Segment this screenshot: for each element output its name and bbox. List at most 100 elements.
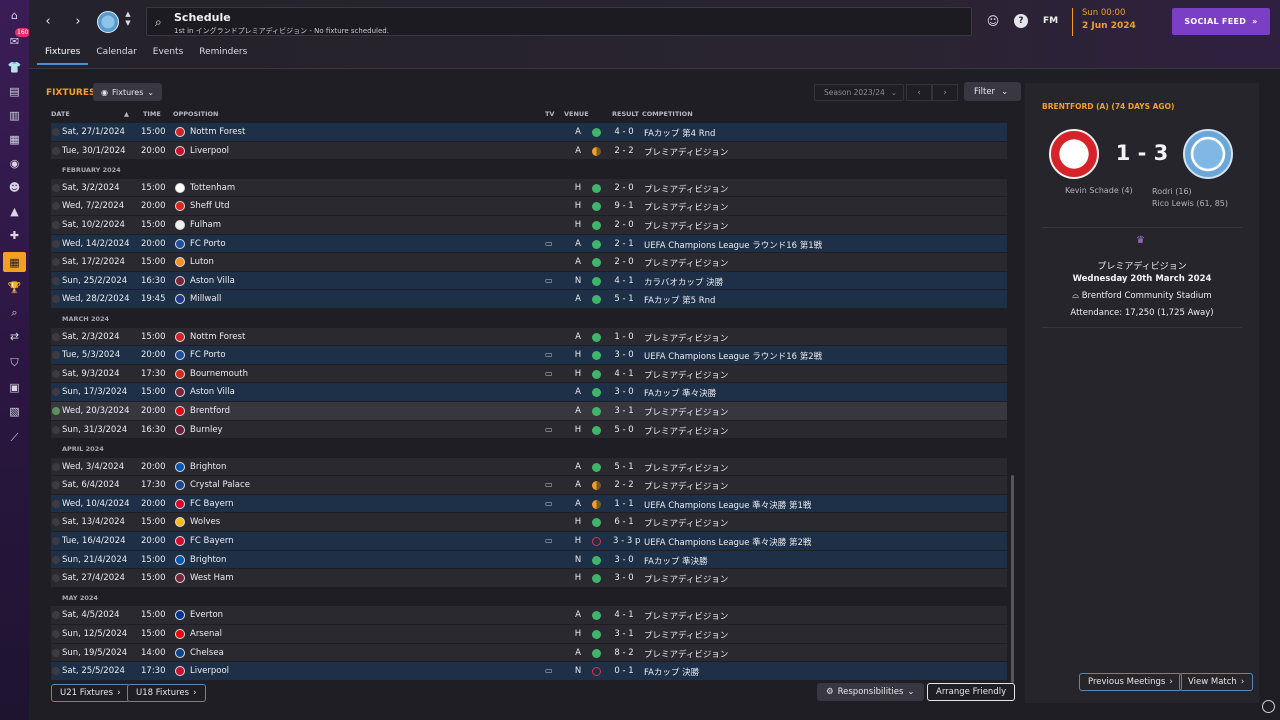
row-marker-icon[interactable]: [52, 425, 60, 434]
row-marker-icon[interactable]: [52, 611, 60, 620]
fixture-result[interactable]: 3 - 0: [613, 573, 635, 583]
fixture-row[interactable]: Tue, 5/3/2024 20:00 FC Porto ▭ H 3 - 0 U…: [51, 346, 1007, 365]
fixture-result[interactable]: 2 - 0: [613, 220, 635, 230]
help-question-icon[interactable]: ?: [1014, 14, 1028, 28]
fixture-result[interactable]: 1 - 0: [613, 332, 635, 342]
season-dropdown[interactable]: Season 2023/24 ⌄: [814, 84, 904, 101]
fixture-opponent[interactable]: FC Porto: [190, 239, 226, 249]
fixture-opponent[interactable]: FC Porto: [190, 350, 226, 360]
col-competition[interactable]: COMPETITION: [642, 110, 693, 118]
filter-button[interactable]: Filter ⌄: [964, 82, 1021, 101]
fixture-opponent[interactable]: Bournemouth: [190, 369, 248, 379]
row-marker-icon[interactable]: [52, 258, 60, 267]
row-marker-icon[interactable]: [52, 220, 60, 229]
fixture-row[interactable]: Tue, 30/1/2024 20:00 Liverpool A 2 - 2 プ…: [51, 141, 1007, 161]
row-marker-icon[interactable]: [52, 667, 60, 676]
fixture-row[interactable]: Sat, 27/4/2024 15:00 West Ham H 3 - 0 プレ…: [51, 569, 1007, 588]
fixture-competition[interactable]: UEFA Champions League ラウンド16 第2戦: [644, 350, 822, 362]
trends-icon[interactable]: ⟋: [7, 430, 22, 445]
staff-icon[interactable]: ☻: [7, 180, 22, 195]
view-match-button[interactable]: View Match ›: [1179, 673, 1254, 691]
row-marker-icon[interactable]: [52, 128, 60, 136]
fixture-opponent[interactable]: Liverpool: [190, 666, 229, 676]
fixture-result[interactable]: 2 - 0: [613, 257, 635, 267]
row-marker-icon[interactable]: [52, 369, 60, 378]
fixture-opponent[interactable]: Brighton: [190, 462, 226, 472]
forward-arrow-icon[interactable]: ›: [69, 12, 87, 30]
fixtures-view-dropdown[interactable]: ◉ Fixtures ⌄: [93, 83, 163, 101]
fixture-row[interactable]: Sat, 6/4/2024 17:30 Crystal Palace ▭ A 2…: [51, 476, 1007, 495]
transfers-icon[interactable]: ⇄: [7, 329, 22, 344]
row-marker-icon[interactable]: [52, 499, 60, 508]
row-marker-icon[interactable]: [52, 648, 60, 657]
fixture-competition[interactable]: UEFA Champions League ラウンド16 第1戦: [644, 239, 822, 251]
row-marker-icon[interactable]: [52, 555, 60, 564]
fixture-result[interactable]: 9 - 1: [613, 201, 635, 211]
col-time[interactable]: TIME: [143, 110, 161, 118]
fixture-opponent[interactable]: Aston Villa: [190, 276, 235, 286]
row-marker-icon[interactable]: [52, 462, 60, 471]
fixture-row[interactable]: Sun, 31/3/2024 16:30 Burnley ▭ H 5 - 0 プ…: [51, 420, 1007, 440]
fixture-competition[interactable]: プレミアディビジョン: [644, 480, 728, 492]
row-marker-icon[interactable]: [52, 518, 60, 527]
row-marker-icon[interactable]: [52, 332, 60, 341]
tab-calendar[interactable]: Calendar: [88, 47, 144, 65]
row-marker-icon[interactable]: [52, 276, 60, 285]
medical-icon[interactable]: ✚: [7, 228, 22, 243]
fixture-opponent[interactable]: Crystal Palace: [190, 480, 250, 490]
data-icon[interactable]: ◉: [7, 156, 22, 171]
fixture-opponent[interactable]: Sheff Utd: [190, 201, 230, 211]
fixture-result[interactable]: 2 - 1: [613, 239, 635, 249]
fixture-competition[interactable]: FAカップ 準決勝: [644, 555, 708, 567]
fixture-opponent[interactable]: Luton: [190, 257, 214, 267]
fixture-result[interactable]: 5 - 0: [613, 425, 635, 435]
fixture-competition[interactable]: プレミアディビジョン: [644, 220, 728, 232]
fixture-competition[interactable]: UEFA Champions League 準々決勝 第2戦: [644, 536, 811, 548]
back-arrow-icon[interactable]: ‹: [39, 12, 57, 30]
fixture-competition[interactable]: カラバオカップ 決勝: [644, 276, 723, 288]
row-marker-icon[interactable]: [52, 183, 60, 192]
schedule-icon[interactable]: ▦: [3, 252, 26, 272]
home-icon[interactable]: ⌂: [7, 8, 22, 23]
scouting-icon[interactable]: ⌕: [7, 305, 22, 320]
fixture-row[interactable]: Wed, 7/2/2024 20:00 Sheff Utd H 9 - 1 プレ…: [51, 197, 1007, 216]
fixture-row[interactable]: Wed, 10/4/2024 20:00 FC Bayern ▭ A 1 - 1…: [51, 494, 1007, 514]
fixture-result[interactable]: 0 - 1: [613, 666, 635, 676]
fixture-row[interactable]: Sat, 3/2/2024 15:00 Tottenham H 2 - 0 プレ…: [51, 178, 1007, 198]
fixture-competition[interactable]: プレミアディビジョン: [644, 648, 728, 660]
fixture-opponent[interactable]: Tottenham: [190, 183, 235, 193]
fixture-result[interactable]: 2 - 2: [613, 480, 635, 490]
fixture-row[interactable]: Sat, 4/5/2024 15:00 Everton A 4 - 1 プレミア…: [51, 606, 1007, 626]
fixture-result[interactable]: 3 - 1: [613, 629, 635, 639]
fixture-opponent[interactable]: Fulham: [190, 220, 221, 230]
fixture-result[interactable]: 4 - 1: [613, 369, 635, 379]
col-tv[interactable]: TV: [545, 110, 554, 118]
fixture-competition[interactable]: FAカップ 準々決勝: [644, 387, 716, 399]
fixture-row[interactable]: Wed, 3/4/2024 20:00 Brighton A 5 - 1 プレミ…: [51, 457, 1007, 477]
fixture-result[interactable]: 4 - 0: [613, 127, 635, 137]
col-result[interactable]: RESULT: [612, 110, 639, 118]
fixture-competition[interactable]: プレミアディビジョン: [644, 201, 728, 213]
fixture-row[interactable]: Sun, 17/3/2024 15:00 Aston Villa A 3 - 0…: [51, 383, 1007, 402]
fixture-result[interactable]: 3 - 0: [613, 387, 635, 397]
fixture-opponent[interactable]: Arsenal: [190, 629, 222, 639]
tab-events[interactable]: Events: [145, 47, 191, 65]
fixture-row[interactable]: Sat, 25/5/2024 17:30 Liverpool ▭ N 0 - 1…: [51, 662, 1007, 681]
training-icon[interactable]: ▲: [7, 204, 22, 219]
responsibilities-button[interactable]: ⚙ Responsibilities ⌄: [817, 683, 924, 701]
fixture-competition[interactable]: プレミアディビジョン: [644, 573, 728, 585]
fixture-opponent[interactable]: Chelsea: [190, 648, 224, 658]
finances-icon[interactable]: ▣: [7, 380, 22, 395]
u21-fixtures-button[interactable]: U21 Fixtures ›: [51, 684, 130, 702]
fixture-row[interactable]: Sat, 13/4/2024 15:00 Wolves H 6 - 1 プレミア…: [51, 513, 1007, 533]
game-date[interactable]: Sun 00:00 2 Jun 2024: [1072, 8, 1136, 36]
sort-asc-icon[interactable]: ▲: [124, 110, 129, 118]
fm-logo[interactable]: FM: [1043, 16, 1058, 26]
fixture-result[interactable]: 4 - 1: [613, 610, 635, 620]
fixture-result[interactable]: 3 - 0: [613, 555, 635, 565]
trophy-icon[interactable]: 🏆: [7, 280, 22, 295]
fixture-opponent[interactable]: FC Bayern: [190, 536, 234, 546]
fixture-competition[interactable]: UEFA Champions League 準々決勝 第1戦: [644, 499, 811, 511]
fixture-opponent[interactable]: FC Bayern: [190, 499, 234, 509]
fixture-result[interactable]: 5 - 1: [613, 462, 635, 472]
